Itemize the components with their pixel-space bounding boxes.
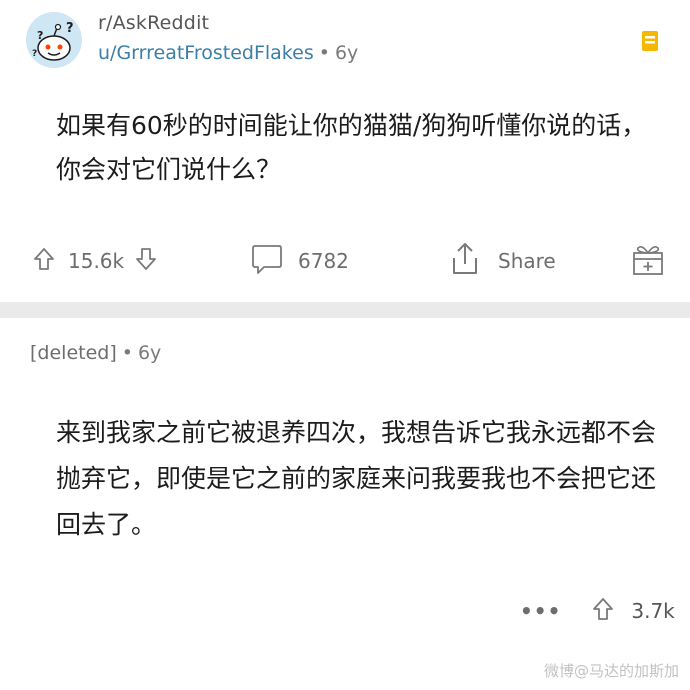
arrow-down-icon[interactable] bbox=[134, 246, 158, 277]
arrow-up-icon[interactable] bbox=[32, 246, 56, 277]
comment-card: [deleted] • 6y 来到我家之前它被退养四次，我想告诉它我永远都不会抛弃它… bbox=[0, 318, 690, 690]
post-author-link[interactable]: u/GrrreatFrostedFlakes bbox=[98, 42, 314, 64]
arrow-up-icon[interactable] bbox=[591, 596, 615, 627]
comment-author: [deleted] bbox=[30, 342, 117, 364]
post-action-bar: 15.6k 6782 Share bbox=[0, 238, 690, 284]
share-label: Share bbox=[498, 249, 556, 273]
share-icon bbox=[448, 241, 482, 282]
svg-text:?: ? bbox=[37, 29, 43, 42]
post-card: ? ? ? r/AskReddit u/GrrreatFrostedFlakes… bbox=[0, 0, 690, 302]
svg-text:?: ? bbox=[32, 49, 37, 59]
post-upvote-count: 15.6k bbox=[68, 249, 125, 273]
watermark: 微博@马达的加斯加 bbox=[544, 662, 680, 680]
bookmark-icon[interactable] bbox=[641, 30, 659, 52]
comment-meta-separator: • bbox=[121, 342, 133, 364]
post-age: 6y bbox=[334, 42, 359, 64]
reddit-thread-screen: ? ? ? r/AskReddit u/GrrreatFrostedFlakes… bbox=[0, 0, 690, 690]
vote-control: 15.6k bbox=[32, 238, 158, 284]
snoo-question-icon: ? ? ? bbox=[26, 12, 82, 68]
comments-button[interactable]: 6782 bbox=[250, 238, 349, 284]
comment-score: 3.7k bbox=[631, 599, 675, 623]
gift-award-icon bbox=[630, 241, 666, 282]
post-meta: u/GrrreatFrostedFlakes • 6y bbox=[98, 42, 358, 64]
subreddit-name[interactable]: r/AskReddit bbox=[98, 12, 209, 34]
post-title[interactable]: 如果有60秒的时间能让你的猫猫/狗狗听懂你说的话，你会对它们说什么？ bbox=[56, 104, 656, 192]
meta-separator: • bbox=[318, 42, 330, 64]
comment-count: 6782 bbox=[298, 249, 349, 273]
svg-text:?: ? bbox=[66, 21, 74, 36]
more-dots-icon[interactable]: ••• bbox=[520, 599, 561, 623]
section-divider bbox=[0, 302, 690, 318]
award-button[interactable] bbox=[630, 238, 666, 284]
subreddit-avatar-icon[interactable]: ? ? ? bbox=[26, 12, 82, 68]
comment-body: 来到我家之前它被退养四次，我想告诉它我永远都不会抛弃它，即使是它之前的家庭来问我… bbox=[56, 418, 657, 539]
comment-bubble-icon bbox=[250, 242, 284, 281]
share-button[interactable]: Share bbox=[448, 238, 556, 284]
comment-age: 6y bbox=[137, 342, 162, 364]
comment-meta: [deleted] • 6y bbox=[30, 342, 161, 364]
comment-action-bar: ••• 3.7k bbox=[520, 594, 675, 628]
